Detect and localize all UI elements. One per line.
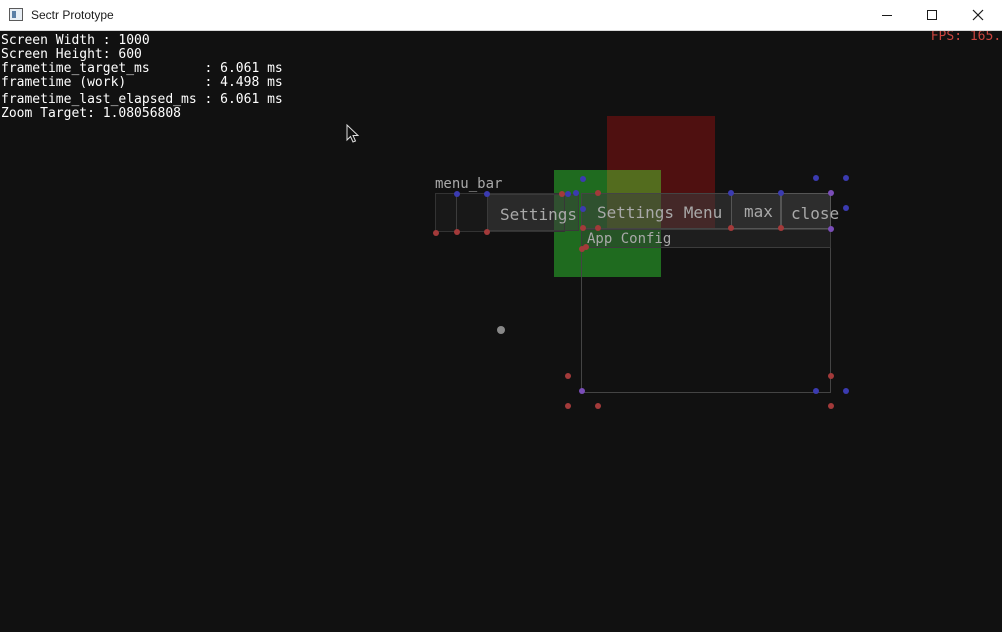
settings-button[interactable]: Settings [487,194,579,231]
debug-handle-dot[interactable] [778,190,784,196]
minimize-button[interactable] [864,0,910,30]
max-button[interactable]: max [731,193,781,229]
debug-zoom-target: Zoom Target: 1.08056808 [1,106,182,121]
debug-handle-dot[interactable] [595,190,601,196]
debug-handle-dot[interactable] [565,403,571,409]
window-titlebar: Sectr Prototype [0,0,1002,31]
debug-screen-height: Screen Height: 600 [1,47,142,62]
close-icon [972,9,984,21]
debug-handle-dot[interactable] [843,388,849,394]
debug-handle-dot[interactable] [573,190,579,196]
debug-handle-dot[interactable] [433,230,439,236]
menu-bar-move-handle[interactable] [436,194,457,231]
app-icon [9,8,23,21]
debug-handle-dot[interactable] [580,176,586,182]
mouse-cursor-icon [346,124,360,143]
window-title: Sectr Prototype [31,8,114,22]
render-canvas[interactable]: Screen Width : 1000 Screen Height: 600 f… [1,31,1001,631]
debug-handle-dot[interactable] [828,403,834,409]
debug-handle-dot[interactable] [595,403,601,409]
debug-screen-width: Screen Width : 1000 [1,33,150,48]
minimize-icon [882,15,892,16]
debug-handle-dot[interactable] [484,229,490,235]
maximize-icon [927,10,937,20]
close-button[interactable]: close [781,193,839,229]
debug-handle-dot[interactable] [565,373,571,379]
origin-dot [497,326,505,334]
debug-handle-dot[interactable] [728,225,734,231]
maximize-button[interactable] [909,0,955,30]
debug-handle-dot[interactable] [580,225,586,231]
settings-button-label: Settings [500,205,578,224]
debug-frametime-elapsed: frametime_last_elapsed_ms : 6.061 ms [1,92,283,107]
app-config-item[interactable]: App Config [581,229,831,248]
settings-menu-title: Settings Menu [597,203,723,222]
debug-handle-dot[interactable] [579,388,585,394]
debug-handle-dot[interactable] [828,190,834,196]
max-button-label: max [744,202,773,221]
debug-handle-dot[interactable] [454,229,460,235]
debug-handle-dot[interactable] [813,388,819,394]
debug-handle-dot[interactable] [843,205,849,211]
debug-handle-dot[interactable] [828,373,834,379]
debug-handle-dot[interactable] [728,190,734,196]
fps-counter: FPS: 165.0 [930,31,1001,44]
close-window-button[interactable] [955,0,1001,30]
close-button-label: close [791,204,840,223]
debug-handle-dot[interactable] [813,175,819,181]
debug-handle-dot[interactable] [579,246,585,252]
debug-frametime-work: frametime (work) : 4.498 ms [1,75,283,90]
debug-handle-dot[interactable] [454,191,460,197]
debug-handle-dot[interactable] [484,191,490,197]
app-config-label: App Config [587,231,672,247]
debug-handle-dot[interactable] [778,225,784,231]
debug-handle-dot[interactable] [828,226,834,232]
menu-bar-label: menu_bar [435,176,503,192]
debug-handle-dot[interactable] [595,225,601,231]
debug-handle-dot[interactable] [580,206,586,212]
debug-handle-dot[interactable] [843,175,849,181]
debug-handle-dot[interactable] [565,191,571,197]
debug-frametime-target: frametime_target_ms : 6.061 ms [1,61,283,76]
